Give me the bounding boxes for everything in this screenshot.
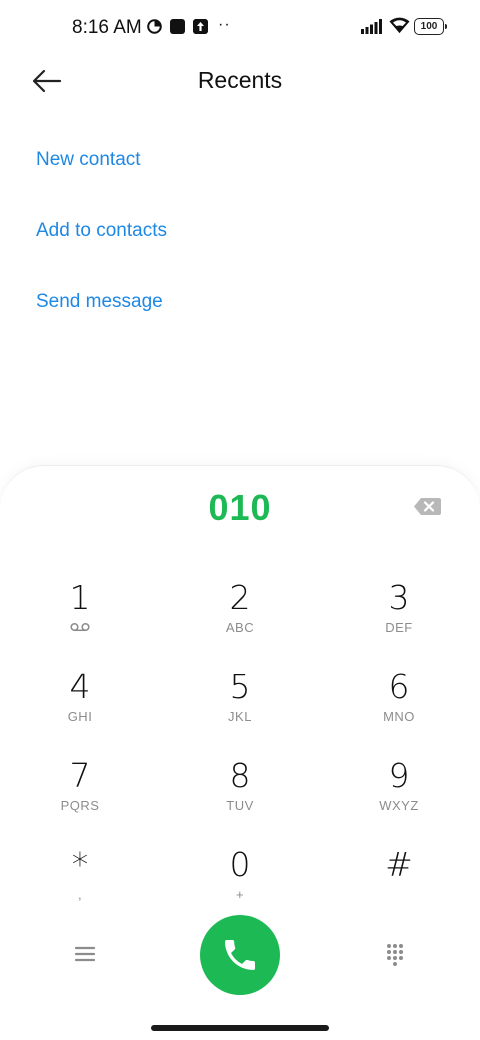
key-3[interactable]: 3 DEF <box>339 578 459 658</box>
add-to-contacts-link[interactable]: Add to contacts <box>36 220 167 242</box>
home-indicator[interactable] <box>151 1025 329 1031</box>
key-digit: # <box>385 845 413 884</box>
backspace-icon[interactable] <box>413 497 442 516</box>
key-digit: 6 <box>388 667 410 706</box>
key-1[interactable]: 1 <box>20 578 140 658</box>
key-letters: GHI <box>67 709 93 724</box>
key-letters: TUV <box>226 798 254 813</box>
dialed-number: 010 <box>208 487 272 528</box>
key-letters: PQRS <box>60 798 100 813</box>
data-saver-icon <box>147 19 162 34</box>
key-9[interactable]: 9 WXYZ <box>339 756 459 836</box>
key-digit: 4 <box>69 667 91 706</box>
key-letters: MNO <box>383 709 415 724</box>
key-digit: 9 <box>388 756 410 795</box>
key-digit: 8 <box>229 756 251 795</box>
new-contact-link[interactable]: New contact <box>36 149 141 171</box>
key-letters: DEF <box>385 620 413 635</box>
key-letters: JKL <box>228 709 252 724</box>
key-4[interactable]: 4 GHI <box>20 667 140 747</box>
keypad-icon[interactable] <box>385 943 405 967</box>
key-hash[interactable]: # <box>339 845 459 925</box>
key-letters: + <box>235 887 245 902</box>
key-letters: WXYZ <box>379 798 419 813</box>
key-letters: ABC <box>225 620 255 635</box>
key-letters: , <box>77 887 83 902</box>
key-7[interactable]: 7 PQRS <box>20 756 140 836</box>
key-digit: 5 <box>229 667 251 706</box>
more-notifications-dots: ·· <box>218 16 231 33</box>
status-time: 8:16 AM <box>72 17 142 38</box>
battery-level: 100 <box>420 21 438 32</box>
dialer-screen: 8:16 AM ·· 100 Recents New contact Add t… <box>0 0 480 1040</box>
upload-notification-icon <box>193 19 208 34</box>
menu-icon[interactable] <box>74 945 96 963</box>
key-digit: 2 <box>229 578 251 617</box>
key-digit: 1 <box>69 578 91 617</box>
phone-icon <box>225 940 255 970</box>
wifi-icon <box>389 17 410 33</box>
key-digit: 0 <box>229 845 251 884</box>
key-0[interactable]: 0 + <box>180 845 300 925</box>
call-button[interactable] <box>200 915 280 995</box>
battery-icon: 100 <box>414 18 447 35</box>
send-message-link[interactable]: Send message <box>36 291 163 313</box>
page-title: Recents <box>197 67 283 93</box>
key-6[interactable]: 6 MNO <box>339 667 459 747</box>
signal-icon <box>361 19 382 34</box>
key-8[interactable]: 8 TUV <box>180 756 300 836</box>
key-5[interactable]: 5 JKL <box>180 667 300 747</box>
notification-square-icon <box>170 19 185 34</box>
key-digit: 3 <box>388 578 410 617</box>
voicemail-icon <box>70 622 90 632</box>
key-2[interactable]: 2 ABC <box>180 578 300 658</box>
key-star[interactable]: * , <box>20 845 140 925</box>
key-digit: 7 <box>69 756 91 795</box>
key-digit: * <box>71 845 89 884</box>
status-bar: 8:16 AM ·· 100 <box>0 0 480 56</box>
